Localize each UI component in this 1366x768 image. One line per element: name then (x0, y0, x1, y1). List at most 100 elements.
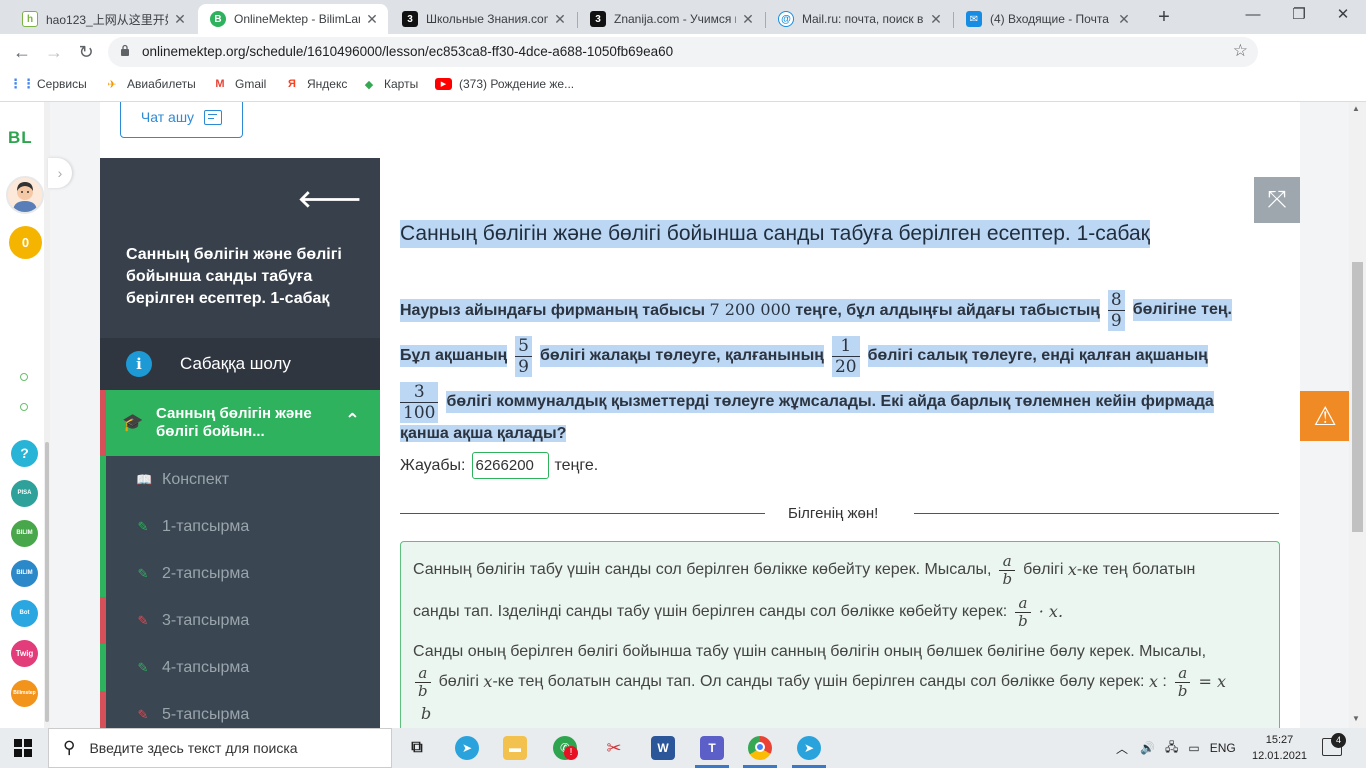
close-tab-icon[interactable]: ✕ (1116, 11, 1132, 28)
sidebar-item-task-4[interactable]: ✎ 4-тапсырма (100, 644, 380, 691)
bookmark-star-icon[interactable]: ☆ (1233, 41, 1248, 61)
close-tab-icon[interactable]: ✕ (364, 11, 380, 28)
bilimland-app-icon[interactable]: BILIM Land (11, 520, 38, 547)
sidebar-item-task-2[interactable]: ✎ 2-тапсырма (100, 550, 380, 597)
problem-fragment: бөлігі жалақы төлеуге, қалғанының (539, 345, 824, 367)
help-icon[interactable]: ? (11, 440, 38, 467)
sidebar-item-label: 3-тапсырма (162, 611, 250, 629)
reload-icon[interactable]: ↻ (72, 38, 100, 66)
answer-input[interactable] (471, 452, 549, 479)
report-warning-icon[interactable]: ⚠ (1300, 391, 1350, 441)
bookmark-label: Авиабилеты (127, 77, 196, 91)
file-explorer-icon[interactable]: ▬ (503, 736, 527, 760)
task-view-icon[interactable]: ⧉ (405, 736, 429, 760)
bookmark-maps[interactable]: ◆ Карты (361, 70, 418, 98)
word-icon[interactable]: W (651, 736, 675, 760)
telegram-icon[interactable]: ➤ (455, 736, 479, 760)
tab-shkolnye-znaniya[interactable]: 3 Школьные Знания.com ✕ (390, 4, 576, 34)
tray-chevron-up-icon[interactable]: ︿ (1116, 740, 1128, 757)
expand-rail-chevron-icon[interactable]: › (48, 158, 72, 188)
rail-scrollbar-thumb[interactable] (45, 442, 49, 722)
bilimbook-app-icon[interactable]: BILIM Book (11, 560, 38, 587)
open-chat-button[interactable]: Чат ашу (120, 102, 243, 138)
sidebar-item-current-lesson[interactable]: 🎓 Санның бөлігін және бөлігі бойын... ⌃ (100, 390, 380, 456)
network-icon[interactable]: 🖧 (1165, 738, 1178, 759)
sidebar-item-label: 5-тапсырма (162, 705, 250, 723)
tab-mailru[interactable]: @ Mail.ru: почта, поиск в интернете ✕ (766, 4, 952, 34)
info-box: Санның бөлігін табу үшін санды сол беріл… (400, 541, 1280, 728)
bookmark-services[interactable]: ⋮⋮ Сервисы (9, 70, 87, 98)
new-tab-plus-icon[interactable]: + (1150, 5, 1178, 29)
bookmark-gmail[interactable]: M Gmail (212, 70, 266, 98)
edit-icon: ✎ (137, 706, 149, 722)
close-tab-icon[interactable]: ✕ (172, 11, 188, 28)
back-arrow-icon[interactable]: ← (8, 38, 36, 66)
windows-start-icon[interactable] (14, 739, 32, 757)
sidebar-item-konspekt[interactable]: 📖 Конспект (100, 456, 380, 503)
scroll-up-arrow-icon[interactable]: ▲ (1352, 104, 1360, 113)
close-window-icon[interactable]: ✕ (1320, 0, 1366, 32)
bookmark-aviabilety[interactable]: ✈ Авиабилеты (104, 70, 196, 98)
info-text: Санның бөлігін табу үшін санды сол беріл… (413, 561, 992, 578)
fullscreen-expand-icon[interactable]: ⤧ (1254, 177, 1300, 223)
tab-onlinemektep[interactable]: B OnlineMektep - BilimLand ✕ (198, 4, 388, 34)
close-tab-icon[interactable]: ✕ (928, 11, 944, 28)
tab-title: Mail.ru: почта, поиск в интернете (802, 12, 924, 26)
snipping-tool-icon[interactable]: ✂ (602, 736, 626, 760)
url-text[interactable]: onlinemektep.org/schedule/1610496000/les… (142, 44, 673, 59)
bot-app-icon[interactable]: Bot (11, 600, 38, 627)
pisa-app-icon[interactable]: PISA (11, 480, 38, 507)
browser-toolbar: ← → ↻ onlinemektep.org/schedule/16104960… (0, 34, 1366, 99)
address-bar[interactable]: onlinemektep.org/schedule/1610496000/les… (108, 37, 1258, 67)
page-scrollbar-thumb[interactable] (1352, 262, 1363, 532)
forward-arrow-icon[interactable]: → (40, 38, 68, 66)
fraction-1-20: 1 20 (831, 335, 860, 377)
info-line: Санды оның берілген бөлігі бойынша табу … (413, 642, 1206, 662)
bilimland-logo[interactable]: BL (8, 128, 33, 148)
bookmark-yandex[interactable]: Я Яндекс (284, 70, 347, 98)
bilimstep-app-icon[interactable]: Bilimstep (11, 680, 38, 707)
language-indicator[interactable]: ENG (1210, 741, 1236, 755)
restore-window-icon[interactable]: ❐ (1276, 0, 1322, 32)
clock[interactable]: 15:27 12.01.2021 (1252, 732, 1307, 764)
answer-label: Жауабы: (400, 456, 466, 474)
bookmark-youtube[interactable]: ▶ (373) Рождение же... (435, 70, 574, 98)
info-text: -ке тең болатын санды тап. Ол санды табу… (492, 673, 1145, 690)
sidebar-item-task-1[interactable]: ✎ 1-тапсырма (100, 503, 380, 550)
battery-icon[interactable]: ▭ (1188, 741, 1199, 755)
user-avatar[interactable] (6, 176, 44, 214)
volume-icon[interactable]: 🔊 (1140, 741, 1155, 755)
taskbar-search[interactable]: ⚲ Введите здесь текст для поиска (48, 728, 392, 768)
apps-grid-icon: ⋮⋮ (9, 76, 35, 91)
gmail-icon: M (215, 78, 225, 90)
tab-hao123[interactable]: h hao123_上网从这里开始 ✕ (10, 4, 196, 34)
close-tab-icon[interactable]: ✕ (552, 11, 568, 28)
close-tab-icon[interactable]: ✕ (740, 11, 756, 28)
sidebar-lesson-title: Санның бөлігін және бөлігі бойынша санды… (126, 246, 342, 307)
tab-mail-inbox[interactable]: ✉ (4) Входящие - Почта Mail.ru ✕ (954, 4, 1140, 34)
chrome-icon[interactable] (748, 736, 772, 760)
telegram-icon[interactable]: ➤ (797, 736, 821, 760)
twig-app-icon[interactable]: Twig (11, 640, 38, 667)
tab-znanija[interactable]: 3 Znanija.com - Учимся вместе ✕ (578, 4, 764, 34)
scroll-down-arrow-icon[interactable]: ▼ (1352, 714, 1360, 723)
bookmark-label: Gmail (235, 77, 267, 91)
tab-title: hao123_上网从这里开始 (46, 12, 168, 27)
sidebar-item-task-5[interactable]: ✎ 5-тапсырма (100, 691, 380, 728)
teams-icon[interactable]: T (700, 736, 724, 760)
bookmark-label: (373) Рождение же... (459, 77, 575, 91)
back-arrow-icon[interactable]: 🡐 (298, 184, 362, 214)
info-line: ab бөлігі x -ке тең болатын санды тап. Ол… (413, 660, 1226, 704)
divider (914, 513, 1279, 514)
sidebar-item-label: 4-тапсырма (162, 658, 250, 676)
hao123-favicon-icon: h (22, 11, 38, 27)
airplane-icon: ✈ (107, 78, 117, 91)
chevron-up-icon[interactable]: ⌃ (345, 410, 360, 431)
minimize-icon[interactable]: — (1230, 0, 1276, 32)
did-you-know-heading: Білгенің жөн! (788, 505, 879, 522)
math-var: x (1148, 672, 1158, 691)
sidebar-item-task-3[interactable]: ✎ 3-тапсырма (100, 597, 380, 644)
fraction-a-b: ab (999, 552, 1016, 588)
sidebar-item-overview[interactable]: i Сабаққа шолу (100, 338, 380, 390)
coins-badge[interactable]: 0 (9, 226, 42, 259)
